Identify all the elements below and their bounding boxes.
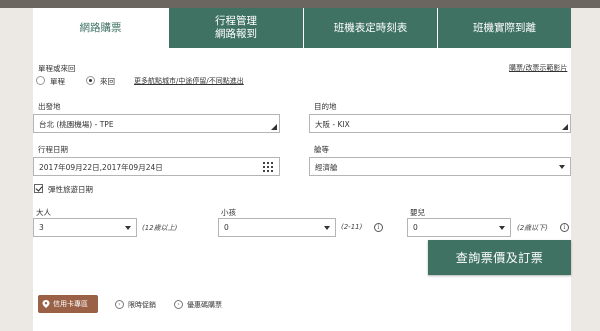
chevron-right-icon: › [115,300,124,309]
chevron-down-icon [559,165,565,169]
tab-timetable-label: 班機表定時刻表 [333,21,408,34]
credit-card-promo-button[interactable]: 信用卡專區 [38,295,98,313]
chevron-down-icon [324,226,330,230]
cabin-label: 艙等 [314,145,329,154]
oneway-radio[interactable] [36,76,45,85]
adults-value: 3 [39,223,44,232]
booking-panel: 網路購票 行程管理 網路報到 班機表定時刻表 班機實際到離 單程或來回 單程 來… [33,8,571,331]
origin-value: 台北 (桃園機場) - TPE [39,120,114,129]
top-banner-strip [0,0,600,8]
roundtrip-label: 來回 [100,77,115,86]
tab-online-booking-label: 網路購票 [79,21,122,34]
demo-video-link[interactable]: 購票/改票示範影片 [509,63,567,73]
flexible-dates-checkbox[interactable] [34,184,43,193]
calendar-icon[interactable] [263,162,275,172]
origin-field[interactable]: 台北 (桃園機場) - TPE [33,114,280,133]
infants-select[interactable]: 0 [407,218,511,237]
autocomplete-corner-icon [271,124,277,130]
children-age-hint: (2-11) [341,223,363,231]
destination-value: 大阪 - KIX [315,120,350,129]
children-info-icon[interactable]: i [374,223,383,232]
infants-label: 嬰兒 [410,208,425,217]
coupon-booking-link[interactable]: 優惠碼購票 [187,300,222,310]
dates-label: 行程日期 [38,145,68,154]
search-fares-button[interactable]: 查詢票價及訂票 [428,240,571,275]
page-background-right [571,8,600,331]
cabin-select[interactable]: 經濟艙 [309,157,571,176]
chevron-down-icon [125,226,131,230]
infants-value: 0 [413,223,418,232]
booking-tabs: 網路購票 行程管理 網路報到 班機表定時刻表 班機實際到離 [33,8,571,48]
autocomplete-corner-icon [562,124,568,130]
dates-field[interactable]: 2017年09月22日,2017年09月24日 [33,157,280,176]
chevron-down-icon [499,226,505,230]
cabin-value: 經濟艙 [315,163,338,172]
trip-type-label: 單程或來回 [38,64,76,73]
tab-online-booking[interactable]: 網路購票 [33,8,168,48]
tab-flight-status-label: 班機實際到離 [473,21,536,34]
infants-info-icon[interactable]: i [560,223,569,232]
destination-label: 目的地 [314,102,337,111]
chevron-right-icon: › [174,300,183,309]
tab-timetable[interactable]: 班機表定時刻表 [303,8,437,48]
children-label: 小孩 [221,208,236,217]
origin-label: 出發地 [38,102,61,111]
roundtrip-radio[interactable] [86,76,95,85]
oneway-label: 單程 [50,77,65,86]
credit-card-promo-label: 信用卡專區 [53,300,88,308]
multi-city-link[interactable]: 更多航點城市/中途停留/不同點進出 [134,76,244,86]
location-pin-icon [42,300,50,308]
tab-manage-checkin[interactable]: 行程管理 網路報到 [168,8,303,48]
children-select[interactable]: 0 [218,218,336,237]
tab-flight-status[interactable]: 班機實際到離 [437,8,571,48]
tab-manage-label: 行程管理 [215,15,257,27]
dates-value: 2017年09月22日,2017年09月24日 [39,163,163,172]
flexible-dates-label: 彈性旅遊日期 [48,185,93,194]
children-value: 0 [224,223,229,232]
limited-offer-link[interactable]: 限時促銷 [128,300,156,310]
tab-checkin-label: 網路報到 [215,28,257,40]
infants-age-hint: (2歲以下) [517,224,548,232]
destination-field[interactable]: 大阪 - KIX [309,114,571,133]
adults-age-hint: (12歲以上) [142,224,178,232]
adults-select[interactable]: 3 [33,218,137,237]
tab-manage-checkin-labels: 行程管理 網路報到 [215,15,257,41]
page-background-left [0,8,33,331]
adults-label: 大人 [36,208,51,217]
